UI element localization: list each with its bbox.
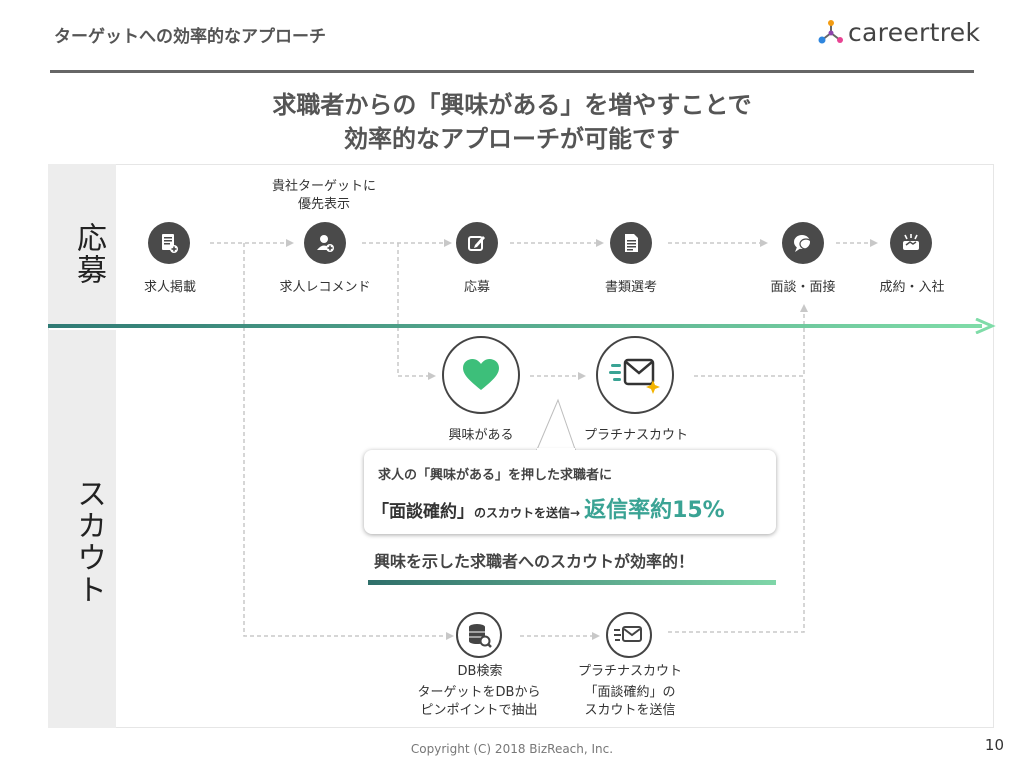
callout-reply-rate: 返信率約15% <box>584 498 725 523</box>
platinum2-note-line-2: スカウトを送信 <box>584 703 676 718</box>
step-label-screening: 書類選考 <box>604 280 657 295</box>
callout-guarantee: 「面談確約」 <box>372 502 474 522</box>
step-label-apply: 応募 <box>463 280 490 295</box>
header-divider <box>50 70 974 73</box>
step-label-interview: 面談・面接 <box>770 280 836 295</box>
platinum2-note-line-1: 「面談確約」の <box>584 685 676 700</box>
platinum-scout-2-label: プラチナスカウト <box>577 664 682 679</box>
callout-line-2: 「面談確約」 のスカウトを送信→ 返信率約15% <box>372 492 725 524</box>
document-plus-icon <box>148 222 190 264</box>
edit-icon <box>456 222 498 264</box>
scout-callout: 求人の「興味がある」を押した求職者に 「面談確約」 のスカウトを送信→ 返信率約… <box>364 450 776 534</box>
apply-section-label: 応募 <box>71 222 106 286</box>
careertrek-logo: careertrek <box>818 18 980 47</box>
database-search-icon <box>469 624 492 648</box>
db-note-line-2: ピンポイントで抽出 <box>420 703 538 718</box>
platinum-scout-circle <box>596 336 674 414</box>
step-label-posting: 求人掲載 <box>143 280 196 295</box>
callout-line-1: 求人の「興味がある」を押した求職者に <box>378 468 613 483</box>
page-number: 10 <box>984 736 1004 754</box>
document-list-icon <box>610 222 652 264</box>
interest-circle <box>442 336 520 414</box>
recommend-note-line-2: 優先表示 <box>297 197 350 212</box>
platinum-scout-2-note: 「面談確約」の スカウトを送信 <box>560 684 700 720</box>
diagram-panel <box>48 164 994 728</box>
main-flow-arrow <box>48 318 996 334</box>
platinum-scout-2-circle <box>606 612 652 658</box>
scout-tagline: 興味を示した求職者へのスカウトが効率的！ <box>374 552 695 571</box>
logo-mark-icon <box>818 19 843 43</box>
db-search-note: ターゲットをDBから ピンポイントで抽出 <box>396 684 562 720</box>
page-header-title: ターゲットへの効率的なアプローチ <box>54 27 326 47</box>
tagline-underline <box>368 580 776 585</box>
headline-line-1: 求職者からの「興味がある」を増やすことで <box>272 91 752 119</box>
step-label-recommend: 求人レコメンド <box>279 280 371 295</box>
copyright-text: Copyright (C) 2018 BizReach, Inc. <box>410 742 614 756</box>
recommend-note-line-1: 貴社ターゲットに <box>271 179 376 194</box>
db-search-label: DB検索 <box>457 664 503 679</box>
db-note-line-1: ターゲットをDBから <box>417 685 541 700</box>
user-plus-icon <box>304 222 346 264</box>
logo-text: careertrek <box>848 18 981 47</box>
mail-icon <box>614 626 642 642</box>
step-label-hire: 成約・入社 <box>879 280 945 295</box>
scout-section-label: スカウト <box>71 478 106 606</box>
platinum-scout-label: プラチナスカウト <box>583 428 688 443</box>
callout-send-text: のスカウトを送信→ <box>474 506 581 520</box>
db-search-circle <box>456 612 502 658</box>
headline-line-2: 効率的なアプローチが可能です <box>344 125 680 153</box>
heart-icon <box>463 359 499 390</box>
handshake-icon <box>890 222 932 264</box>
mail-sparkle-icon <box>609 358 660 394</box>
recommend-note: 貴社ターゲットに 優先表示 <box>254 178 394 214</box>
interest-label: 興味がある <box>448 428 514 443</box>
chat-bubbles-icon <box>782 222 824 264</box>
